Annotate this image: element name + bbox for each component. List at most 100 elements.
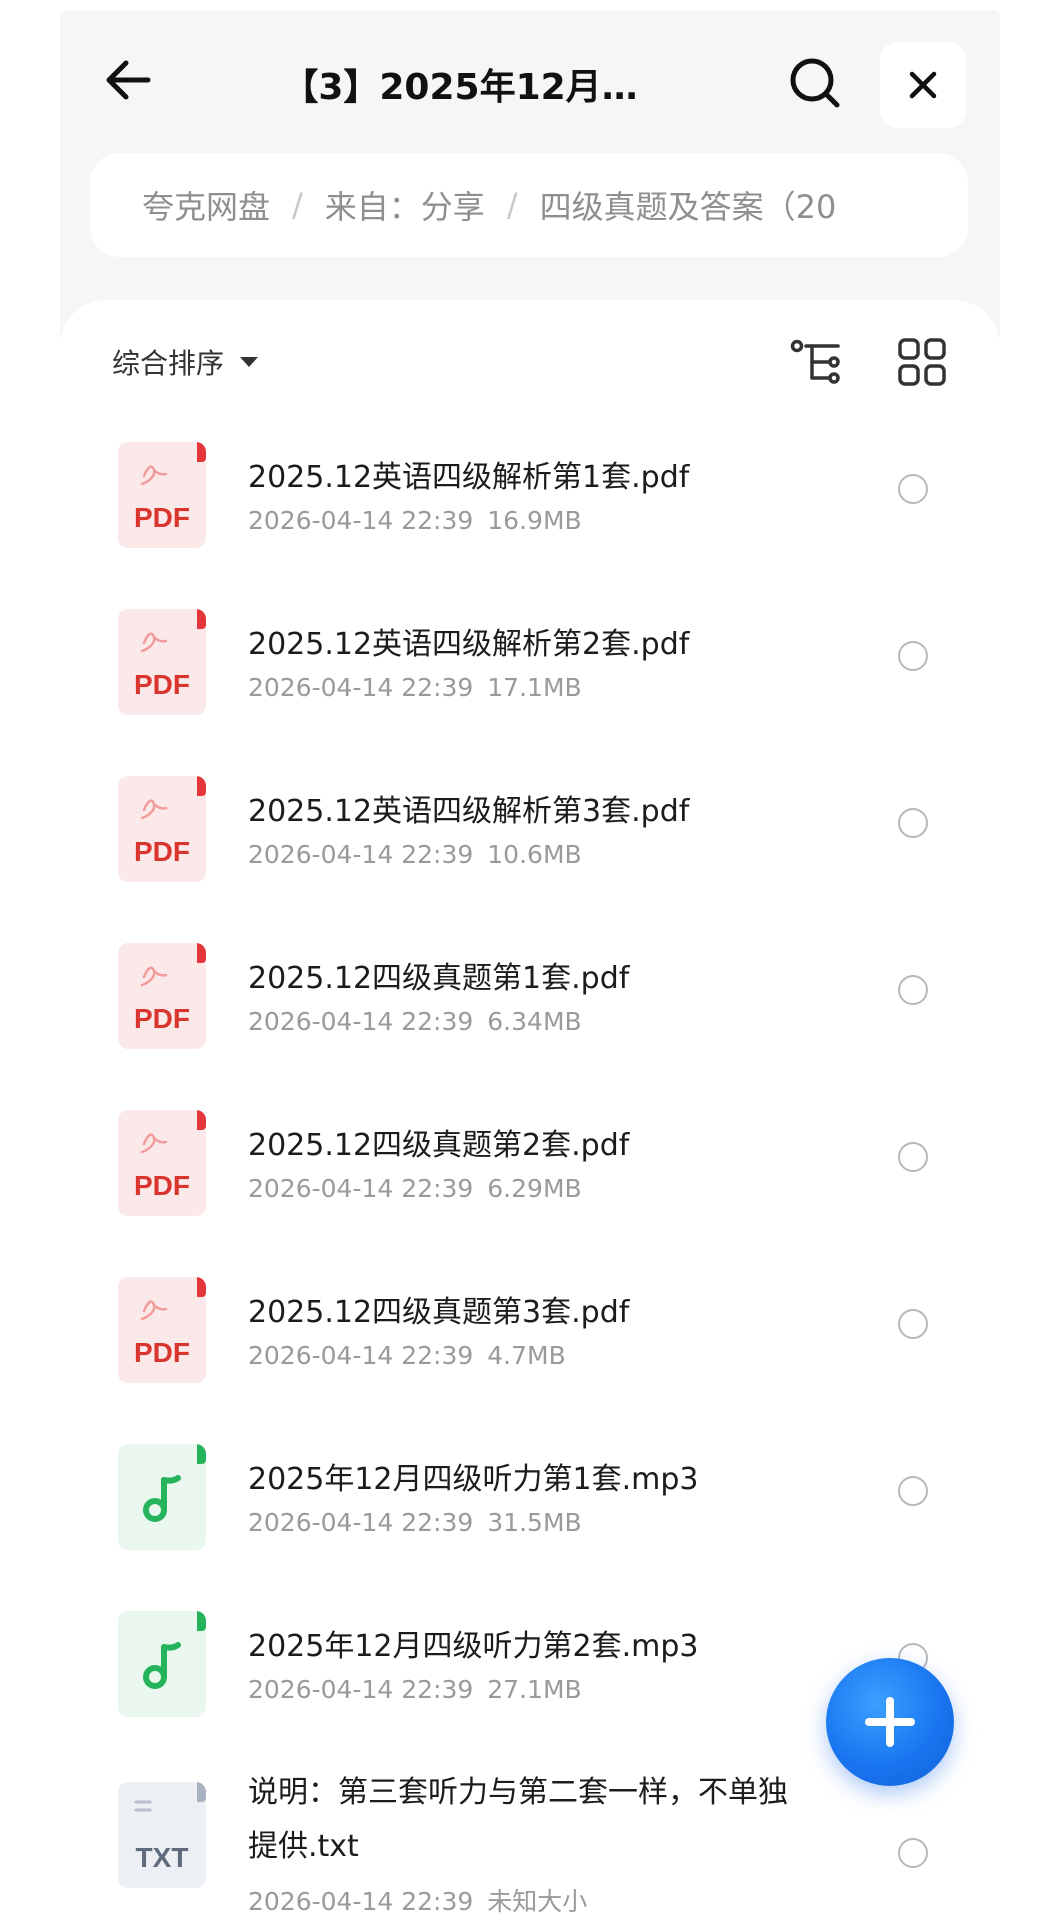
file-date: 2026-04-14 22:39 (248, 1174, 474, 1203)
select-checkbox[interactable] (898, 975, 928, 1005)
file-row[interactable]: TXT 说明：第三套听力与第二套一样，不单独提供.txt 2026-04-14 … (60, 1772, 1000, 1920)
file-date: 2026-04-14 22:39 (248, 506, 474, 535)
select-checkbox[interactable] (898, 641, 928, 671)
file-size: 16.9MB (487, 506, 582, 535)
file-type-label: PDF (134, 1170, 190, 1201)
file-meta: 2026-04-14 22:39 6.34MB (248, 1007, 582, 1036)
file-name: 2025.12英语四级解析第1套.pdf (248, 460, 690, 495)
plus-icon (865, 1697, 915, 1747)
file-type-label: PDF (134, 1003, 190, 1034)
back-button[interactable] (98, 50, 158, 110)
file-meta: 2026-04-14 22:39 6.29MB (248, 1174, 582, 1203)
text-lines-icon (134, 1800, 152, 1812)
add-button[interactable] (826, 1658, 954, 1786)
breadcrumb: 夸克网盘 / 来自：分享 / 四级真题及答案（20 (90, 153, 968, 257)
file-name: 说明：第三套听力与第二套一样，不单独提供.txt (248, 1775, 788, 1864)
pdf-file-icon: PDF (118, 943, 206, 1049)
file-size: 31.5MB (487, 1508, 582, 1537)
file-row[interactable]: PDF 2025.12英语四级解析第1套.pdf 2026-04-14 22:3… (60, 436, 1000, 603)
file-meta: 2026-04-14 22:39 16.9MB (248, 506, 582, 535)
file-row[interactable]: PDF 2025.12英语四级解析第3套.pdf 2026-04-14 22:3… (60, 770, 1000, 937)
close-button[interactable] (880, 42, 966, 128)
file-name: 2025年12月四级听力第2套.mp3 (248, 1629, 699, 1664)
file-size: 6.34MB (487, 1007, 582, 1036)
file-name: 2025.12英语四级解析第3套.pdf (248, 794, 690, 829)
file-date: 2026-04-14 22:39 (248, 840, 474, 869)
file-row[interactable]: 2025年12月四级听力第1套.mp3 2026-04-14 22:39 31.5… (60, 1438, 1000, 1605)
acrobat-glyph-icon (140, 465, 168, 486)
search-button[interactable] (782, 50, 846, 114)
select-checkbox[interactable] (898, 1309, 928, 1339)
file-meta: 2026-04-14 22:39 31.5MB (248, 1508, 582, 1537)
file-size: 未知大小 (487, 1887, 588, 1916)
file-meta: 2026-04-14 22:39 27.1MB (248, 1675, 582, 1704)
file-name: 2025年12月四级听力第1套.mp3 (248, 1462, 699, 1497)
file-type-label: PDF (134, 836, 190, 867)
file-type-label: PDF (134, 1337, 190, 1368)
file-row[interactable]: PDF 2025.12英语四级解析第2套.pdf 2026-04-14 22:3… (60, 603, 1000, 770)
select-checkbox[interactable] (898, 1142, 928, 1172)
breadcrumb-item-share[interactable]: 来自：分享 (325, 182, 485, 228)
acrobat-glyph-icon (140, 966, 168, 987)
file-meta: 2026-04-14 22:39 未知大小 (248, 1882, 587, 1918)
audio-file-icon (118, 1444, 206, 1550)
plus-bar-vertical (886, 1697, 894, 1747)
screen: 【3】2025年12月… 夸克网盘 / 来自：分享 / 四级真题及答案（20 综… (0, 0, 1059, 1920)
search-icon (790, 58, 840, 108)
file-date: 2026-04-14 22:39 (248, 1887, 474, 1916)
file-meta: 2026-04-14 22:39 4.7MB (248, 1341, 566, 1370)
header: 【3】2025年12月… (60, 10, 1000, 150)
tree-view-icon[interactable] (788, 334, 844, 390)
text-file-icon: TXT (118, 1782, 206, 1888)
file-row[interactable]: PDF 2025.12四级真题第1套.pdf 2026-04-14 22:39 6… (60, 937, 1000, 1104)
sort-toolbar: 综合排序 (60, 300, 1000, 420)
pdf-file-icon: PDF (118, 1277, 206, 1383)
file-name: 2025.12四级真题第1套.pdf (248, 961, 630, 996)
file-size: 6.29MB (487, 1174, 582, 1203)
music-note-icon (143, 1642, 181, 1689)
pdf-file-icon: PDF (118, 442, 206, 548)
music-note-icon (143, 1475, 181, 1522)
sort-label: 综合排序 (112, 347, 225, 380)
file-date: 2026-04-14 22:39 (248, 1007, 474, 1036)
file-row[interactable]: PDF 2025.12四级真题第3套.pdf 2026-04-14 22:39 4… (60, 1271, 1000, 1438)
file-name: 2025.12四级真题第2套.pdf (248, 1128, 630, 1163)
file-date: 2026-04-14 22:39 (248, 1508, 474, 1537)
breadcrumb-item-root[interactable]: 夸克网盘 (142, 182, 270, 228)
select-checkbox[interactable] (898, 1476, 928, 1506)
file-meta: 2026-04-14 22:39 10.6MB (248, 840, 582, 869)
pdf-file-icon: PDF (118, 776, 206, 882)
file-name: 2025.12四级真题第3套.pdf (248, 1295, 630, 1330)
file-meta: 2026-04-14 22:39 17.1MB (248, 673, 582, 702)
file-size: 10.6MB (487, 840, 582, 869)
file-size: 17.1MB (487, 673, 582, 702)
acrobat-glyph-icon (140, 1133, 168, 1154)
file-date: 2026-04-14 22:39 (248, 673, 474, 702)
arrow-left-icon (106, 60, 151, 100)
acrobat-glyph-icon (140, 1300, 168, 1321)
acrobat-glyph-icon (140, 632, 168, 653)
sort-dropdown[interactable]: 综合排序 (112, 340, 259, 384)
grid-view-icon[interactable] (894, 334, 950, 390)
breadcrumb-item-folder[interactable]: 四级真题及答案（20 (540, 182, 837, 228)
select-checkbox[interactable] (898, 474, 928, 504)
file-date: 2026-04-14 22:39 (248, 1341, 474, 1370)
acrobat-glyph-icon (140, 799, 168, 820)
select-checkbox[interactable] (898, 808, 928, 838)
file-name: 2025.12英语四级解析第2套.pdf (248, 627, 690, 662)
file-date: 2026-04-14 22:39 (248, 1675, 474, 1704)
page-title: 【3】2025年12月… (282, 67, 638, 108)
close-icon (909, 71, 937, 99)
pdf-file-icon: PDF (118, 1110, 206, 1216)
breadcrumb-separator: / (506, 186, 518, 224)
file-type-label: PDF (134, 502, 190, 533)
pdf-file-icon: PDF (118, 609, 206, 715)
select-checkbox[interactable] (898, 1838, 928, 1868)
file-row[interactable]: PDF 2025.12四级真题第2套.pdf 2026-04-14 22:39 6… (60, 1104, 1000, 1271)
file-type-label: TXT (135, 1842, 189, 1873)
file-size: 27.1MB (487, 1675, 582, 1704)
file-size: 4.7MB (487, 1341, 566, 1370)
file-type-label: PDF (134, 669, 190, 700)
breadcrumb-separator: / (292, 186, 303, 224)
audio-file-icon (118, 1611, 206, 1717)
